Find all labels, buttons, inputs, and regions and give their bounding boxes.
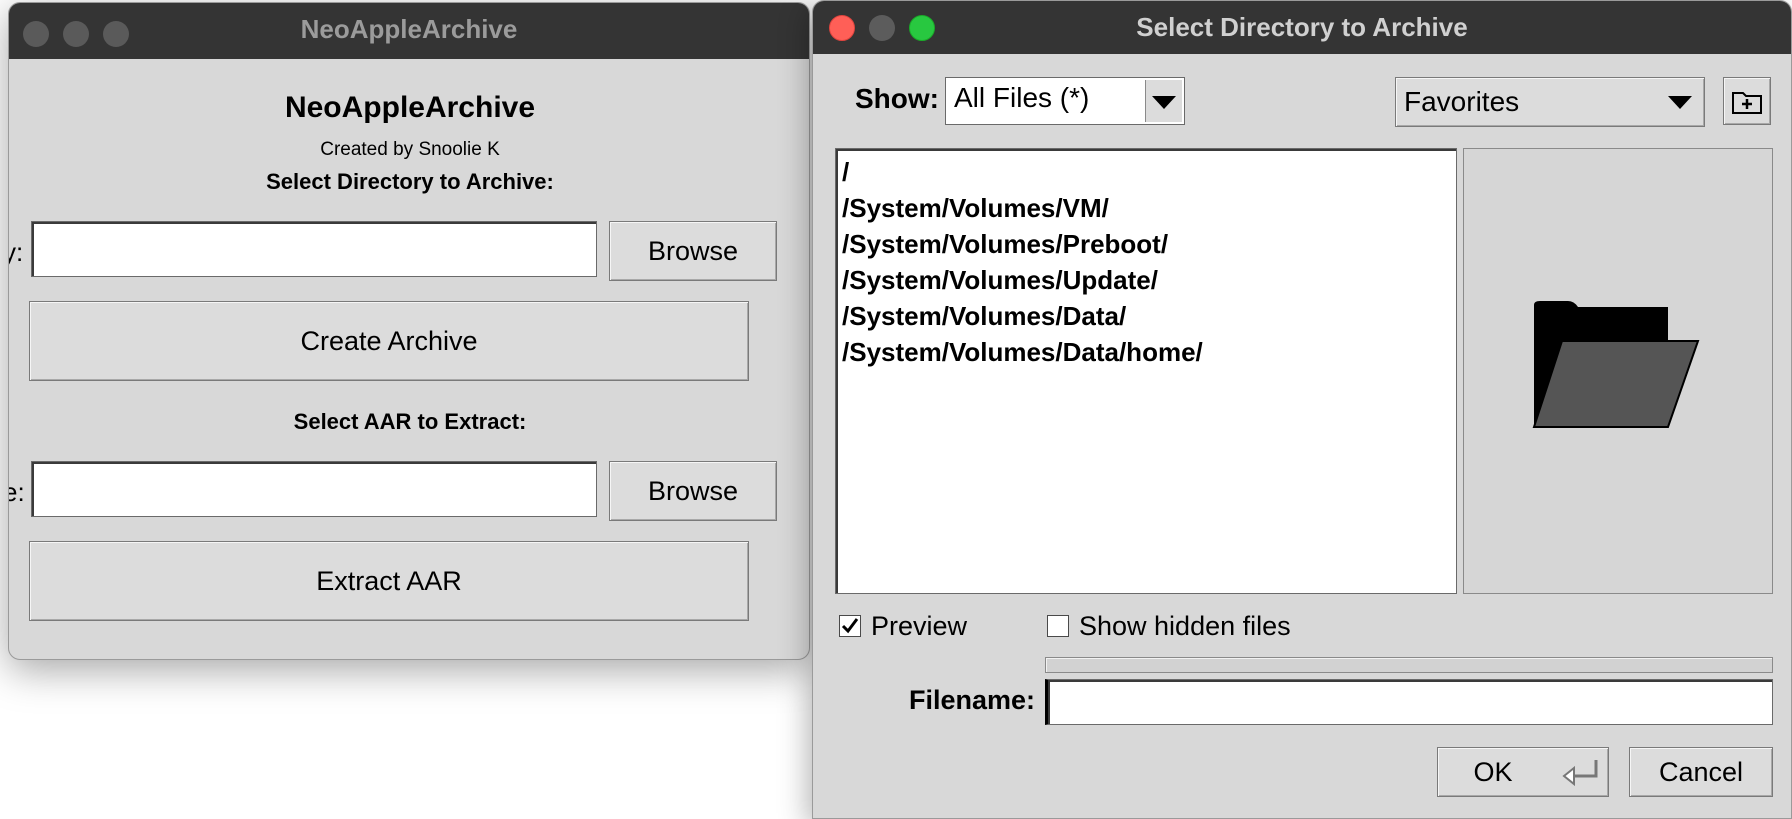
checkmark-icon [841,618,859,634]
return-key-icon [1562,760,1598,787]
new-folder-icon [1732,92,1762,114]
list-item[interactable]: /System/Volumes/VM/ [842,193,1109,224]
filter-dropdown-arrow[interactable] [1145,80,1182,122]
directory-input[interactable] [31,221,597,277]
ok-label: OK [1473,757,1513,787]
new-folder-button[interactable] [1723,77,1771,125]
extract-section-label: Select AAR to Extract: [293,409,527,434]
zoom-button[interactable] [103,21,129,47]
credit-text: Created by Snoolie K [320,139,500,160]
close-button[interactable] [23,21,49,47]
extract-aar-button[interactable]: Extract AAR [29,541,749,621]
preview-checkbox[interactable] [839,615,861,637]
file-type-filter-value: All Files (*) [954,82,1090,113]
list-item[interactable]: /System/Volumes/Update/ [842,265,1158,296]
preview-pane [1463,148,1773,594]
main-window: NeoAppleArchive NeoAppleArchive Created … [8,2,810,660]
directory-list[interactable]: / /System/Volumes/VM/ /System/Volumes/Pr… [835,148,1457,594]
dialog-titlebar[interactable]: Select Directory to Archive [813,1,1791,54]
minimize-button[interactable] [63,21,89,47]
list-item[interactable]: /System/Volumes/Preboot/ [842,229,1168,260]
pane-divider[interactable] [1045,657,1773,673]
browse-directory-button[interactable]: Browse [609,221,777,281]
zoom-button[interactable] [909,15,935,41]
show-label: Show: [855,83,939,114]
show-hidden-files-label[interactable]: Show hidden files [1079,611,1291,642]
list-item[interactable]: /System/Volumes/Data/ [842,301,1126,332]
file-field-label: e: [9,477,25,507]
directory-field-label: y: [9,237,24,267]
file-type-filter-select[interactable]: All Files (*) [945,77,1185,125]
app-heading: NeoAppleArchive [284,91,536,124]
folder-open-icon [1532,301,1700,428]
minimize-button[interactable] [869,15,895,41]
ok-button[interactable]: OK [1437,747,1609,797]
favorites-label: Favorites [1404,86,1520,117]
main-window-title: NeoAppleArchive [300,14,518,44]
preview-label[interactable]: Preview [871,611,967,642]
main-titlebar[interactable]: NeoAppleArchive [9,3,809,59]
filename-input[interactable] [1045,679,1773,725]
filename-label: Filename: [909,685,1036,715]
chevron-down-icon [1668,96,1692,109]
close-button[interactable] [829,15,855,41]
list-item[interactable]: /System/Volumes/Data/home/ [842,337,1203,368]
select-directory-dialog: Select Directory to Archive Show: All Fi… [812,0,1792,819]
aar-file-input[interactable] [31,461,597,517]
dialog-title: Select Directory to Archive [1136,12,1468,42]
cancel-button[interactable]: Cancel [1629,747,1773,797]
archive-section-label: Select Directory to Archive: [266,169,554,194]
list-item[interactable]: / [842,157,849,188]
favorites-menu-button[interactable]: Favorites [1395,77,1705,127]
chevron-down-icon [1152,96,1176,109]
browse-aar-button[interactable]: Browse [609,461,777,521]
create-archive-button[interactable]: Create Archive [29,301,749,381]
show-hidden-files-checkbox[interactable] [1047,615,1069,637]
